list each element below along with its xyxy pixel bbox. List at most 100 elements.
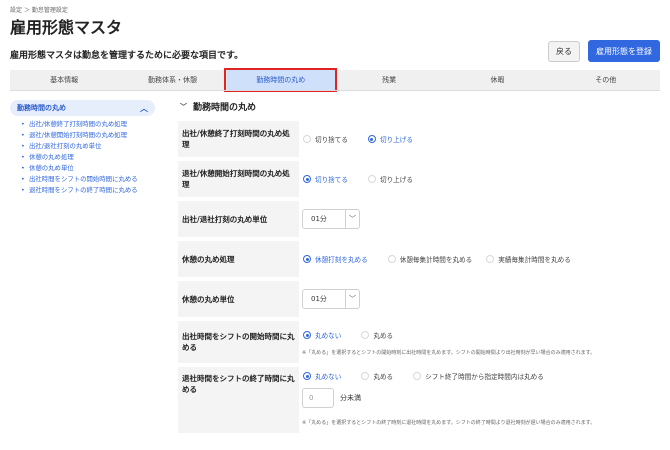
form-row-shift-end: 退社時間をシフトの終了時間に丸める 丸めない 丸める シフト終了時間から指定時間… xyxy=(178,367,660,433)
sidebar-item[interactable]: 退社/休憩開始打刻時間の丸め処理 xyxy=(10,131,155,140)
radio-dot xyxy=(303,372,311,380)
tab-leave[interactable]: 休暇 xyxy=(443,70,551,90)
field-label: 出社/退社打刻の丸め単位 xyxy=(182,214,268,224)
punch-unit-select[interactable]: 01分 ﹀ xyxy=(302,209,360,229)
sidebar-item[interactable]: 出社/休憩終了打刻時間の丸め処理 xyxy=(10,120,155,129)
radio-dot xyxy=(387,255,396,263)
back-button[interactable]: 戻る xyxy=(548,41,580,62)
radio-dot xyxy=(367,135,376,143)
field-label: 退社時間をシフトの終了時間に丸める xyxy=(182,374,295,394)
radio-round-down[interactable]: 切り捨てる xyxy=(303,134,348,144)
field-note: ※「丸める」を選択するとシフトの開始時刻に出社時間を丸めます。シフトの開始時間よ… xyxy=(302,350,596,356)
radio-label: 休憩毎集計時間を丸める xyxy=(399,256,473,264)
field-value: 01分 ﹀ xyxy=(299,281,660,317)
radio-round-up[interactable]: 切り上げる xyxy=(367,134,413,144)
sidebar-item[interactable]: 休憩の丸め単位 xyxy=(10,164,155,173)
radio-label: 丸める xyxy=(373,332,394,340)
sidebar-list: 出社/休憩終了打刻時間の丸め処理 退社/休憩開始打刻時間の丸め処理 出社/退社打… xyxy=(10,120,155,195)
radio-round-per-break-total[interactable]: 休憩毎集計時間を丸める xyxy=(387,254,473,264)
sidebar-section-header[interactable]: 勤務時間の丸め ︿ xyxy=(10,100,155,116)
radio-round-break-punch[interactable]: 休憩打刻を丸める xyxy=(303,254,368,264)
tab-work-time-rounding[interactable]: 勤務時間の丸め xyxy=(223,68,337,92)
form-row-start-rounding: 出社/休憩終了打刻時間の丸め処理 切り捨てる 切り上げる xyxy=(178,121,660,157)
form-row-punch-unit: 出社/退社打刻の丸め単位 01分 ﹀ xyxy=(178,201,660,237)
rounding-form: 出社/休憩終了打刻時間の丸め処理 切り捨てる 切り上げる 退社/休憩開始打刻時間… xyxy=(178,121,660,437)
select-value: 01分 xyxy=(311,215,327,223)
breadcrumb: 設定 ＞ 勤怠管理設定 xyxy=(10,7,68,14)
field-value: 01分 ﹀ xyxy=(299,201,660,237)
radio-round-down[interactable]: 切り捨てる xyxy=(303,174,348,184)
radio-dot xyxy=(303,135,311,143)
radio-label: 切り捨てる xyxy=(315,136,348,144)
form-row-break-unit: 休憩の丸め単位 01分 ﹀ xyxy=(178,281,660,317)
form-row-shift-start: 出社時間をシフトの開始時間に丸める 丸めない 丸める ※「丸める」を選択するとシ… xyxy=(178,321,660,363)
field-value: 丸めない 丸める シフト終了時間から指定時間内は丸める 0 分未満 ※「丸める」… xyxy=(299,367,660,433)
chevron-down-icon: ﹀ xyxy=(345,210,359,228)
radio-round-within-time[interactable]: シフト終了時間から指定時間内は丸める xyxy=(413,371,544,381)
sidebar-item[interactable]: 退社時間をシフトの終了時間に丸める xyxy=(10,186,155,195)
radio-label: 丸める xyxy=(373,373,394,381)
chevron-up-icon: ︿ xyxy=(140,103,148,113)
minutes-unit-label: 分未満 xyxy=(340,394,361,402)
radio-group: 丸めない 丸める シフト終了時間から指定時間内は丸める xyxy=(299,367,660,385)
field-label: 退社/休憩開始打刻時間の丸め処理 xyxy=(182,169,290,189)
radio-dot xyxy=(303,331,311,339)
section-title[interactable]: ﹀ 勤務時間の丸め xyxy=(180,100,257,114)
radio-dot xyxy=(361,372,370,380)
tab-work-system-break[interactable]: 勤務体系・休憩 xyxy=(118,70,226,90)
radio-round[interactable]: 丸める xyxy=(361,330,393,340)
radio-dot xyxy=(367,175,376,183)
minutes-input[interactable]: 0 xyxy=(302,388,334,408)
radio-label: 実績毎集計時間を丸める xyxy=(498,256,571,264)
break-unit-select[interactable]: 01分 ﹀ xyxy=(302,289,360,309)
radio-group: 丸めない 丸める xyxy=(299,321,660,349)
radio-label: 切り上げる xyxy=(379,176,413,184)
section-title-label: 勤務時間の丸め xyxy=(193,103,257,113)
sidebar-item[interactable]: 出社時間をシフトの開始時間に丸める xyxy=(10,175,155,184)
radio-group: 切り捨てる 切り上げる xyxy=(299,121,660,157)
chevron-down-icon: ﹀ xyxy=(180,102,187,111)
field-note: ※「丸める」を選択するとシフトの終了時刻に退社時間を丸めます。シフトの終了時間よ… xyxy=(302,420,596,426)
radio-round-up[interactable]: 切り上げる xyxy=(367,174,413,184)
field-label: 出社時間をシフトの開始時間に丸める xyxy=(182,332,295,352)
radio-dot xyxy=(361,331,370,339)
field-label: 休憩の丸め処理 xyxy=(182,254,235,264)
sidebar: 勤務時間の丸め ︿ 出社/休憩終了打刻時間の丸め処理 退社/休憩開始打刻時間の丸… xyxy=(10,100,155,197)
sidebar-item[interactable]: 休憩の丸め処理 xyxy=(10,153,155,162)
form-row-break-rounding: 休憩の丸め処理 休憩打刻を丸める 休憩毎集計時間を丸める 実績毎集計時間を丸める xyxy=(178,241,660,277)
field-value: 丸めない 丸める ※「丸める」を選択するとシフトの開始時刻に出社時間を丸めます。… xyxy=(299,321,660,363)
radio-no-round[interactable]: 丸めない xyxy=(303,371,341,381)
radio-group: 切り捨てる 切り上げる xyxy=(299,161,660,197)
radio-label: 休憩打刻を丸める xyxy=(315,256,368,264)
register-employment-type-button[interactable]: 雇用形態を登録 xyxy=(588,40,660,62)
radio-dot xyxy=(486,255,495,263)
field-label: 休憩の丸め単位 xyxy=(182,294,235,304)
tab-overtime[interactable]: 残業 xyxy=(335,70,443,90)
tab-bar: 基本情報 勤務体系・休憩 勤務時間の丸め 残業 休暇 その他 xyxy=(10,68,660,92)
radio-dot xyxy=(303,255,311,263)
sidebar-header-label: 勤務時間の丸め xyxy=(17,104,66,112)
field-value: 切り捨てる 切り上げる xyxy=(299,161,660,197)
form-row-end-rounding: 退社/休憩開始打刻時間の丸め処理 切り捨てる 切り上げる xyxy=(178,161,660,197)
radio-label: 切り上げる xyxy=(379,136,413,144)
tab-basic-info[interactable]: 基本情報 xyxy=(10,70,118,90)
tab-other[interactable]: その他 xyxy=(552,70,660,90)
radio-no-round[interactable]: 丸めない xyxy=(303,330,341,340)
sidebar-item[interactable]: 出社/退社打刻の丸め単位 xyxy=(10,142,155,151)
tab-divider xyxy=(10,90,660,91)
radio-label: 丸めない xyxy=(315,373,342,381)
radio-group: 休憩打刻を丸める 休憩毎集計時間を丸める 実績毎集計時間を丸める xyxy=(299,241,660,277)
field-value: 休憩打刻を丸める 休憩毎集計時間を丸める 実績毎集計時間を丸める xyxy=(299,241,660,277)
radio-dot xyxy=(303,175,311,183)
radio-round-per-record-total[interactable]: 実績毎集計時間を丸める xyxy=(486,254,571,264)
page-title: 雇用形態マスタ xyxy=(10,18,123,37)
chevron-down-icon: ﹀ xyxy=(345,290,359,308)
radio-label: 切り捨てる xyxy=(315,176,348,184)
minutes-input-group: 0 分未満 xyxy=(299,385,660,411)
select-value: 01分 xyxy=(311,295,327,303)
radio-dot xyxy=(413,372,422,380)
field-label: 出社/休憩終了打刻時間の丸め処理 xyxy=(182,129,290,149)
radio-label: シフト終了時間から指定時間内は丸める xyxy=(425,373,544,381)
page-description: 雇用形態マスタは勤怠を管理するために必要な項目です。 xyxy=(10,51,244,61)
radio-round[interactable]: 丸める xyxy=(361,371,393,381)
